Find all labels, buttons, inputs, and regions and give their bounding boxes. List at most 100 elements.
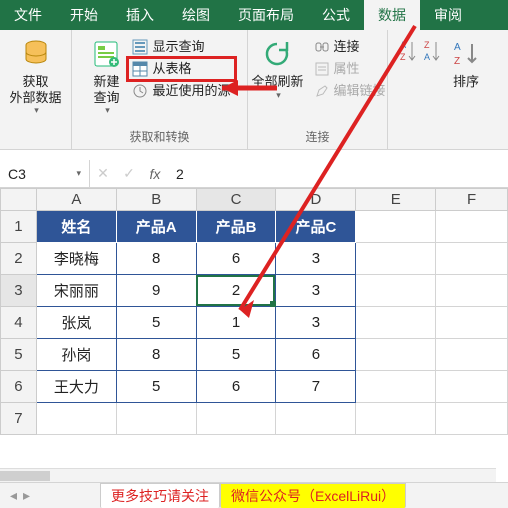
group-title-get-transform: 获取和转换: [78, 126, 241, 149]
name-box-value: C3: [8, 166, 26, 182]
cell-D2[interactable]: 3: [276, 243, 356, 275]
cell-E4[interactable]: [356, 307, 436, 339]
cell-F4[interactable]: [436, 307, 508, 339]
cell-F5[interactable]: [436, 339, 508, 371]
sheet-tab-2[interactable]: 微信公众号（ExcelLiRui）: [220, 483, 406, 508]
svg-text:Z: Z: [454, 56, 460, 67]
cell-E7[interactable]: [356, 403, 436, 435]
ribbon-group-external: 获取 外部数据 ▾: [0, 30, 72, 149]
menu-tab-插入[interactable]: 插入: [112, 0, 168, 30]
cell-B1[interactable]: 产品A: [116, 211, 196, 243]
cell-E3[interactable]: [356, 275, 436, 307]
refresh-icon: [261, 38, 293, 70]
fx-label[interactable]: fx: [142, 166, 168, 182]
cell-C5[interactable]: 5: [196, 339, 276, 371]
refresh-all-button[interactable]: 全部刷新 ▾: [245, 34, 309, 104]
chevron-down-icon: ▾: [105, 105, 110, 116]
row-header-1[interactable]: 1: [1, 211, 37, 243]
menu-tab-审阅[interactable]: 审阅: [420, 0, 476, 30]
chevron-down-icon: ▾: [34, 105, 39, 116]
col-header-E[interactable]: E: [356, 189, 436, 211]
recent-sources-button[interactable]: 最近使用的源: [128, 80, 234, 102]
cell-A1[interactable]: 姓名: [36, 211, 116, 243]
cell-B4[interactable]: 5: [116, 307, 196, 339]
sort-button[interactable]: AZ 排序: [444, 34, 488, 94]
ribbon-group-connections: 全部刷新 ▾ 连接 属性 编辑链接: [248, 30, 388, 149]
cell-C2[interactable]: 6: [196, 243, 276, 275]
menu-tab-页面布局[interactable]: 页面布局: [224, 0, 308, 30]
row-header-5[interactable]: 5: [1, 339, 37, 371]
cell-F7[interactable]: [436, 403, 508, 435]
cell-A3[interactable]: 宋丽丽: [36, 275, 116, 307]
cancel-icon[interactable]: ✕: [90, 165, 116, 182]
cell-D1[interactable]: 产品C: [276, 211, 356, 243]
cell-A7[interactable]: [36, 403, 116, 435]
sheet-tab-1[interactable]: 更多技巧请关注: [100, 483, 220, 508]
properties-button[interactable]: 属性: [310, 58, 390, 80]
sheet-grid[interactable]: ABCDEF1姓名产品A产品B产品C2李晓梅8633宋丽丽9234张岚5135孙…: [0, 188, 508, 435]
new-query-button[interactable]: 新建 查询 ▾: [84, 34, 128, 120]
cell-C6[interactable]: 6: [196, 371, 276, 403]
sort-asc-button[interactable]: AZ: [396, 34, 420, 70]
cell-A5[interactable]: 孙岗: [36, 339, 116, 371]
row-header-7[interactable]: 7: [1, 403, 37, 435]
connections-button[interactable]: 连接: [310, 36, 390, 58]
cell-A6[interactable]: 王大力: [36, 371, 116, 403]
col-header-C[interactable]: C: [196, 189, 276, 211]
menu-tab-数据[interactable]: 数据: [364, 0, 420, 30]
menu-tab-文件[interactable]: 文件: [0, 0, 56, 30]
refresh-all-label: 全部刷新: [251, 74, 303, 90]
cell-A2[interactable]: 李晓梅: [36, 243, 116, 275]
chevron-down-icon: ▾: [276, 90, 281, 101]
cell-C7[interactable]: [196, 403, 276, 435]
name-box[interactable]: C3 ▾: [0, 160, 90, 187]
row-header-6[interactable]: 6: [1, 371, 37, 403]
from-table-button[interactable]: 从表格: [128, 58, 234, 80]
confirm-icon[interactable]: ✓: [116, 165, 142, 182]
cell-D3[interactable]: 3: [276, 275, 356, 307]
cell-F6[interactable]: [436, 371, 508, 403]
col-header-B[interactable]: B: [116, 189, 196, 211]
menu-tab-开始[interactable]: 开始: [56, 0, 112, 30]
col-header-D[interactable]: D: [276, 189, 356, 211]
cell-E5[interactable]: [356, 339, 436, 371]
cell-B6[interactable]: 5: [116, 371, 196, 403]
cell-E6[interactable]: [356, 371, 436, 403]
horizontal-scrollbar[interactable]: [0, 468, 496, 482]
cell-E1[interactable]: [356, 211, 436, 243]
cell-F1[interactable]: [436, 211, 508, 243]
edit-links-label: 编辑链接: [334, 82, 386, 100]
cell-C4[interactable]: 1: [196, 307, 276, 339]
tab-nav[interactable]: ◂▸: [0, 487, 100, 504]
cell-C3[interactable]: 2: [196, 275, 276, 307]
sort-desc-button[interactable]: ZA: [420, 34, 444, 70]
select-all-corner[interactable]: [1, 189, 37, 211]
show-queries-label: 显示查询: [152, 38, 204, 56]
properties-icon: [314, 61, 330, 77]
get-external-data-button[interactable]: 获取 外部数据 ▾: [4, 34, 68, 120]
cell-B3[interactable]: 9: [116, 275, 196, 307]
cell-E2[interactable]: [356, 243, 436, 275]
formula-input[interactable]: 2: [168, 166, 508, 182]
show-queries-button[interactable]: 显示查询: [128, 36, 234, 58]
cell-F2[interactable]: [436, 243, 508, 275]
cell-D4[interactable]: 3: [276, 307, 356, 339]
properties-label: 属性: [334, 60, 360, 78]
cell-B2[interactable]: 8: [116, 243, 196, 275]
edit-links-button[interactable]: 编辑链接: [310, 80, 390, 102]
cell-C1[interactable]: 产品B: [196, 211, 276, 243]
row-header-3[interactable]: 3: [1, 275, 37, 307]
menu-tab-绘图[interactable]: 绘图: [168, 0, 224, 30]
row-header-4[interactable]: 4: [1, 307, 37, 339]
col-header-A[interactable]: A: [36, 189, 116, 211]
menu-tab-公式[interactable]: 公式: [308, 0, 364, 30]
row-header-2[interactable]: 2: [1, 243, 37, 275]
cell-A4[interactable]: 张岚: [36, 307, 116, 339]
cell-D7[interactable]: [276, 403, 356, 435]
col-header-F[interactable]: F: [436, 189, 508, 211]
cell-B5[interactable]: 8: [116, 339, 196, 371]
cell-B7[interactable]: [116, 403, 196, 435]
cell-F3[interactable]: [436, 275, 508, 307]
cell-D6[interactable]: 7: [276, 371, 356, 403]
cell-D5[interactable]: 6: [276, 339, 356, 371]
